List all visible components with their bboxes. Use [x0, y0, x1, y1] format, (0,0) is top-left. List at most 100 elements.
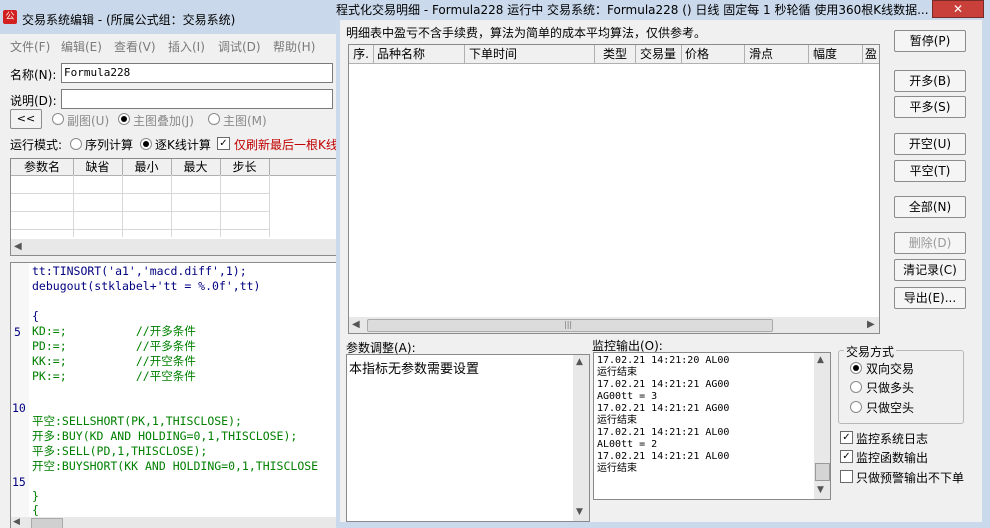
- scroll-down-arrow-icon[interactable]: ▼: [817, 485, 824, 495]
- close-short-button[interactable]: 平空(T): [894, 160, 966, 182]
- trade-detail-window: 程式化交易明细 - Formula228 运行中 交易系统：Formula228…: [336, 0, 990, 528]
- param-grid[interactable]: 参数名 缺省 最小 最大 步长 ◀: [10, 158, 336, 256]
- monitor-line: 17.02.21 14:21:21 AL00: [597, 427, 730, 438]
- radio-two-way[interactable]: [850, 362, 862, 374]
- alert-only-checkbox[interactable]: [840, 470, 853, 483]
- col-profit[interactable]: 盈: [863, 45, 879, 63]
- label-mainchart: 主图(M): [223, 114, 267, 128]
- refresh-last-label: 仅刷新最后一根K线: [234, 138, 336, 152]
- code-line: {: [32, 503, 39, 517]
- label-per-bar: 逐K线计算: [155, 138, 211, 152]
- code-line: 平多:SELL(PD,1,THISCLOSE);: [32, 444, 208, 458]
- grid-line: [11, 193, 269, 194]
- run-mode-label: 运行模式:: [10, 138, 63, 152]
- clear-log-button[interactable]: 清记录(C): [894, 259, 966, 281]
- pause-button[interactable]: 暂停(P): [894, 30, 966, 52]
- desc-field[interactable]: [61, 89, 333, 109]
- monitor-system-log-checkbox[interactable]: ✓: [840, 431, 853, 444]
- radio-long-only[interactable]: [850, 381, 862, 393]
- scroll-left-arrow-icon[interactable]: ◀: [13, 517, 20, 527]
- scroll-right-arrow-icon[interactable]: ▶: [867, 319, 875, 330]
- monitor-function-output-checkbox[interactable]: ✓: [840, 450, 853, 463]
- param-adjust-box[interactable]: 本指标无参数需要设置 ▲ ▼: [346, 354, 590, 522]
- trade-title-bar[interactable]: 程式化交易明细 - Formula228 运行中 交易系统：Formula228…: [336, 0, 990, 18]
- monitor-output-box[interactable]: 17.02.21 14:21:20 AL00 运行结束 17.02.21 14:…: [593, 352, 831, 500]
- scroll-down-arrow-icon[interactable]: ▼: [576, 507, 583, 517]
- monitor-vscrollbar[interactable]: ▲ ▼: [814, 353, 830, 499]
- scroll-up-arrow-icon[interactable]: ▲: [576, 357, 583, 367]
- code-hscrollbar[interactable]: ◀: [11, 517, 336, 528]
- col-slippage[interactable]: 滑点: [745, 45, 809, 63]
- radio-main-overlay[interactable]: [118, 113, 130, 125]
- label-subchart: 副图(U): [67, 114, 110, 128]
- scroll-left-arrow-icon[interactable]: ◀: [14, 241, 22, 252]
- monitor-line: 运行结束: [597, 463, 637, 474]
- menu-view[interactable]: 查看(V): [114, 38, 156, 55]
- close-all-button[interactable]: 全部(N): [894, 196, 966, 218]
- col-param-name: 参数名: [11, 159, 74, 175]
- trade-list-hscrollbar[interactable]: ◀ ||| ▶: [349, 317, 879, 333]
- monitor-line: 运行结束: [597, 367, 637, 378]
- menu-debug[interactable]: 调试(D): [218, 38, 261, 55]
- delete-button[interactable]: 删除(D): [894, 232, 966, 254]
- radio-mainchart[interactable]: [208, 113, 220, 125]
- monitor-vscroll-thumb[interactable]: [815, 463, 830, 481]
- code-editor[interactable]: 5 10 15 tt:TINSORT('a1','macd.diff',1); …: [10, 262, 336, 528]
- menu-help[interactable]: 帮助(H): [273, 38, 315, 55]
- refresh-last-checkbox[interactable]: ✓: [217, 137, 230, 150]
- col-type[interactable]: 类型: [595, 45, 636, 63]
- name-field[interactable]: Formula228: [61, 63, 333, 83]
- col-min: 最小: [122, 159, 172, 175]
- close-icon[interactable]: ✕: [932, 0, 984, 18]
- radio-sequence[interactable]: [70, 138, 82, 150]
- grid-line: [11, 211, 269, 212]
- export-button[interactable]: 导出(E)...: [894, 287, 966, 309]
- col-max: 最大: [171, 159, 221, 175]
- radio-short-only[interactable]: [850, 401, 862, 413]
- open-long-button[interactable]: 开多(B): [894, 70, 966, 92]
- param-adjust-text: 本指标无参数需要设置: [349, 362, 480, 377]
- editor-title-bar[interactable]: 公 交易系统编辑 - (所属公式组：交易系统): [0, 0, 336, 34]
- label-sequence: 序列计算: [85, 138, 134, 152]
- line-number-15: 15: [12, 475, 26, 489]
- code-line: 开多:BUY(KD AND HOLDING=0,1,THISCLOSE);: [32, 429, 298, 443]
- param-grid-header: 参数名 缺省 最小 最大 步长: [11, 159, 336, 176]
- collapse-button[interactable]: <<: [10, 109, 42, 129]
- menu-file[interactable]: 文件(F): [10, 38, 50, 55]
- monitor-line: 17.02.21 14:21:20 AL00: [597, 355, 730, 366]
- col-price[interactable]: 价格: [681, 45, 745, 63]
- label-two-way: 双向交易: [866, 362, 915, 376]
- label-monitor-system-log: 监控系统日志: [856, 432, 929, 446]
- trade-list-hscroll-thumb[interactable]: |||: [367, 319, 773, 332]
- grid-line: [73, 175, 74, 237]
- param-grid-hscrollbar[interactable]: ◀: [11, 239, 336, 255]
- notice-text: 明细表中盈亏不含手续费，算法为简单的成本平均算法，仅供参考。: [346, 26, 707, 40]
- scroll-left-arrow-icon[interactable]: ◀: [352, 319, 360, 330]
- col-range[interactable]: 幅度: [809, 45, 863, 63]
- trade-list[interactable]: 序. 品种名称 下单时间 类型 交易量 价格 滑点 幅度 盈 ◀ ||| ▶: [348, 44, 880, 334]
- grid-line: [220, 175, 221, 237]
- col-default: 缺省: [73, 159, 123, 175]
- col-symbol[interactable]: 品种名称: [373, 45, 465, 63]
- code-line: tt:TINSORT('a1','macd.diff',1);: [32, 264, 247, 278]
- code-hscroll-thumb[interactable]: [31, 518, 63, 528]
- menu-edit[interactable]: 编辑(E): [61, 38, 102, 55]
- name-value: Formula228: [64, 66, 131, 79]
- line-number-5: 5: [14, 325, 21, 339]
- menu-insert[interactable]: 插入(I): [168, 38, 205, 55]
- grip-icon: |||: [564, 320, 573, 329]
- param-adjust-vscrollbar[interactable]: ▲ ▼: [573, 355, 589, 521]
- grid-line: [269, 175, 270, 237]
- trade-mode-label: 交易方式: [844, 343, 897, 360]
- scroll-up-arrow-icon[interactable]: ▲: [817, 355, 824, 365]
- radio-subchart[interactable]: [52, 113, 64, 125]
- label-main-overlay: 主图叠加(J): [133, 114, 194, 128]
- desc-label: 说明(D):: [10, 94, 57, 108]
- col-index[interactable]: 序.: [349, 45, 374, 63]
- open-short-button[interactable]: 开空(U): [894, 133, 966, 155]
- code-line: PD:=; //平多条件: [32, 339, 196, 353]
- col-volume[interactable]: 交易量: [635, 45, 682, 63]
- close-long-button[interactable]: 平多(S): [894, 96, 966, 118]
- radio-per-bar[interactable]: [140, 138, 152, 150]
- col-order-time[interactable]: 下单时间: [465, 45, 595, 63]
